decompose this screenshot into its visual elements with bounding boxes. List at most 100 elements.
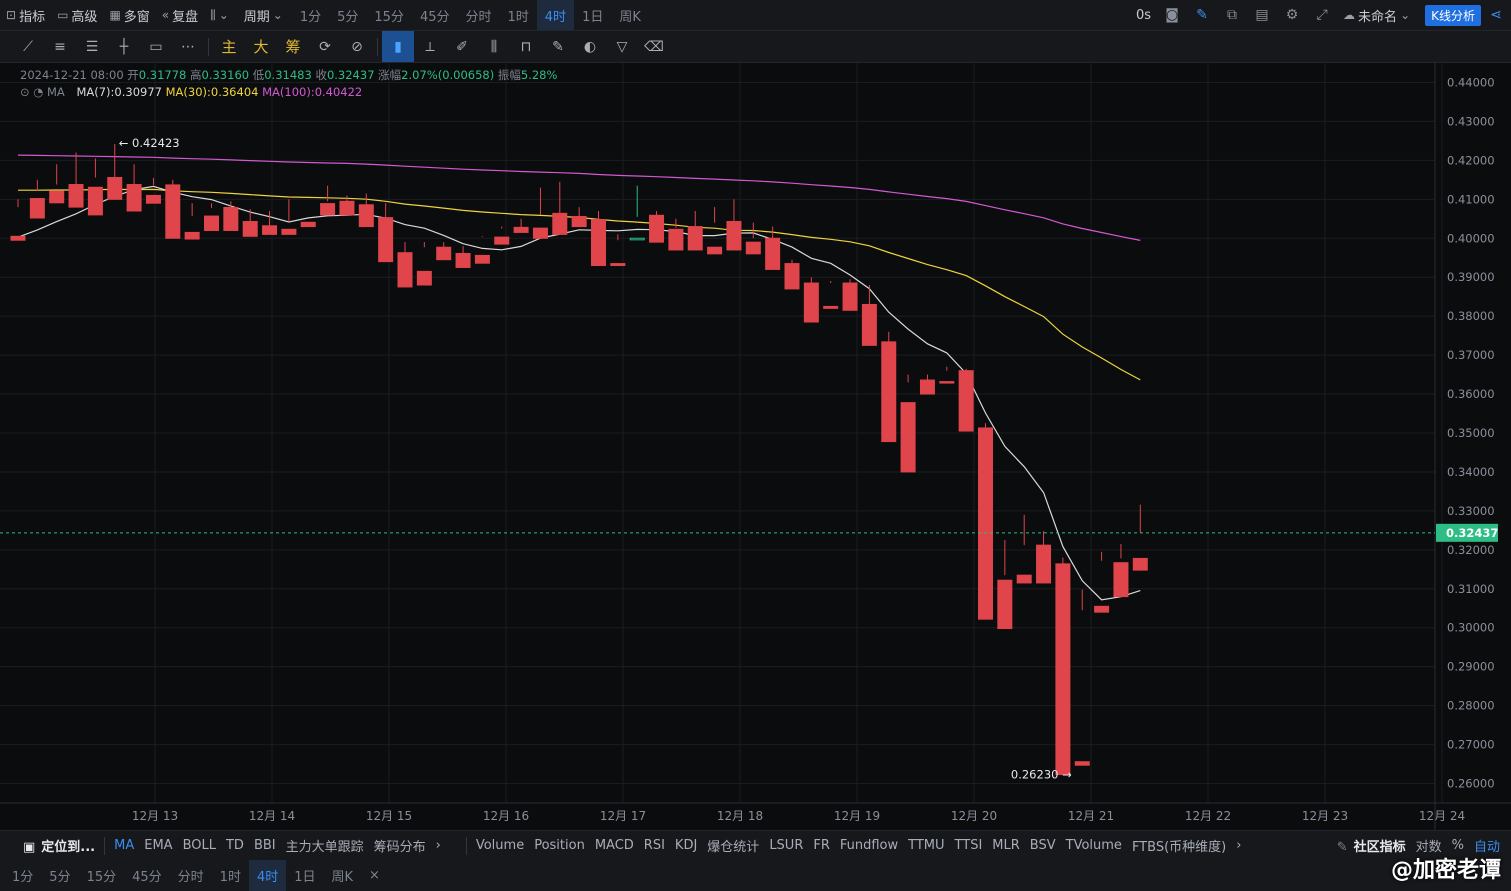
filter-icon[interactable]: ▽: [606, 31, 638, 62]
ind-ttsi[interactable]: TTSI: [950, 838, 988, 853]
bell-icon[interactable]: ◔: [33, 85, 43, 99]
bottom-tf-1w[interactable]: 周K: [324, 860, 362, 891]
horizontal-line-icon[interactable]: ┼: [108, 31, 140, 62]
ind-bbi[interactable]: BBI: [249, 838, 281, 853]
ind-rsi[interactable]: RSI: [639, 838, 670, 853]
tf-1w[interactable]: 周K: [611, 0, 649, 30]
main-force-tool[interactable]: 主: [213, 31, 245, 62]
settings-icon[interactable]: ⚙: [1277, 0, 1307, 30]
bottom-tf-15m[interactable]: 15分: [79, 860, 125, 891]
chips-tool[interactable]: 筹: [277, 31, 309, 62]
chart-type-button[interactable]: ⫼ ⌄: [204, 0, 238, 30]
tf-1h[interactable]: 1时: [500, 0, 537, 30]
ind-main-force[interactable]: 主力大单跟踪: [281, 836, 369, 855]
share-icon[interactable]: ⋖: [1481, 0, 1511, 30]
x-tick-label: 12月 16: [483, 809, 529, 823]
ruler-icon[interactable]: ⟂: [414, 31, 446, 62]
tf-45m[interactable]: 45分: [412, 0, 458, 30]
percent-toggle[interactable]: %: [1447, 838, 1469, 853]
legend-high-label: 高: [190, 68, 202, 82]
bottom-tf-4h[interactable]: 4时: [248, 860, 287, 891]
more-icon[interactable]: ⋯: [172, 31, 204, 62]
trend-line-icon[interactable]: ⟋: [12, 31, 44, 62]
big-order-tool[interactable]: 大: [245, 31, 277, 62]
candle-body: [978, 427, 993, 620]
horizontal-lines-icon[interactable]: ☰: [76, 31, 108, 62]
tf-timeshare[interactable]: 分时: [457, 0, 499, 30]
ind-td[interactable]: TD: [221, 838, 249, 853]
candle-body: [378, 217, 394, 263]
close-icon[interactable]: ×: [361, 860, 388, 891]
parallel-channel-icon[interactable]: ≡: [44, 31, 76, 62]
fullscreen-icon[interactable]: ⤢: [1307, 0, 1337, 30]
drawing-toolbar: ⟋ ≡ ☰ ┼ ▭ ⋯ 主 大 筹 ⟳ ⊘ ▮ ⟂ ✐ ⫼ ⊓ ✎ ◐ ▽ ⌫: [0, 31, 1511, 63]
bottom-tf-timeshare[interactable]: 分时: [170, 860, 212, 891]
ind-ttmu[interactable]: TTMU: [903, 838, 949, 853]
brush-off-icon[interactable]: ⊘: [341, 31, 373, 62]
bookmark-icon[interactable]: ▮: [382, 31, 414, 62]
bottom-tf-1m[interactable]: 1分: [4, 860, 41, 891]
locate-button[interactable]: ▣ 定位到...: [18, 836, 100, 855]
compare-icon[interactable]: ⟳: [309, 31, 341, 62]
note-icon[interactable]: ✎: [542, 31, 574, 62]
bottom-tf-1h[interactable]: 1时: [212, 860, 249, 891]
ind-ma[interactable]: MA: [109, 838, 139, 853]
ind-boll[interactable]: BOLL: [178, 838, 221, 853]
period-dropdown[interactable]: 周期 ⌄: [238, 0, 292, 30]
camera-icon[interactable]: ◙: [1157, 0, 1187, 30]
tf-1d[interactable]: 1日: [574, 0, 611, 30]
ind-tvolume[interactable]: TVolume: [1061, 838, 1127, 853]
magnet-icon[interactable]: ◐: [574, 31, 606, 62]
tf-15m[interactable]: 15分: [366, 0, 412, 30]
candle-body: [668, 228, 684, 251]
y-tick-label: 0.34000: [1447, 465, 1495, 479]
y-tick-label: 0.36000: [1447, 387, 1495, 401]
ind-position[interactable]: Position: [529, 838, 590, 853]
ind-ema[interactable]: EMA: [139, 838, 177, 853]
ind-fundflow[interactable]: Fundflow: [835, 838, 903, 853]
ind-lsur[interactable]: LSUR: [764, 838, 808, 853]
lock-icon[interactable]: ⊓: [510, 31, 542, 62]
ind-kdj[interactable]: KDJ: [670, 838, 702, 853]
advanced-button[interactable]: ▭ 高级: [51, 0, 103, 30]
ind-liquidation[interactable]: 爆仓统计: [702, 836, 764, 855]
bottom-tf-45m[interactable]: 45分: [124, 860, 170, 891]
pattern-icon[interactable]: ⫼: [478, 31, 510, 62]
divider: [377, 37, 378, 56]
ind-ftbs[interactable]: FTBS(币种维度): [1127, 836, 1231, 855]
ind-chips[interactable]: 筹码分布: [369, 836, 431, 855]
ind-mlr[interactable]: MLR: [987, 838, 1025, 853]
tf-4h[interactable]: 4时: [536, 0, 575, 30]
ind-bsv[interactable]: BSV: [1025, 838, 1061, 853]
tf-5m[interactable]: 5分: [329, 0, 366, 30]
chart-area[interactable]: 0.44000 0.43000 0.42000 0.41000 0.40000 0.390…: [0, 63, 1511, 830]
brush-icon[interactable]: ✐: [446, 31, 478, 62]
tf-1m[interactable]: 1分: [292, 0, 329, 30]
trash-icon[interactable]: ⌫: [638, 31, 670, 62]
ind-fr[interactable]: FR: [808, 838, 835, 853]
indicator-button[interactable]: ⊡ 指标: [0, 0, 51, 30]
rectangle-icon[interactable]: ▭: [140, 31, 172, 62]
candlestick-chart[interactable]: 0.44000 0.43000 0.42000 0.41000 0.40000 0.390…: [0, 63, 1511, 830]
y-tick-label: 0.28000: [1447, 699, 1495, 713]
ind-volume[interactable]: Volume: [471, 838, 529, 853]
candle-body: [223, 206, 239, 231]
candle-body: [281, 228, 297, 235]
pencil-icon[interactable]: ✎: [1187, 0, 1217, 30]
chevron-right-icon[interactable]: ›: [431, 838, 446, 853]
y-tick-label: 0.44000: [1447, 75, 1495, 89]
layout-name-dropdown[interactable]: ☁ 未命名 ⌄: [1337, 0, 1419, 30]
popout-icon[interactable]: ⧉: [1217, 0, 1247, 30]
candle-body: [881, 341, 897, 443]
chevron-down-icon: ⌄: [272, 8, 283, 22]
bottom-tf-5m[interactable]: 5分: [41, 860, 78, 891]
ind-macd[interactable]: MACD: [590, 838, 639, 853]
bottom-tf-1d[interactable]: 1日: [286, 860, 323, 891]
template-icon[interactable]: ▤: [1247, 0, 1277, 30]
toggle-icon[interactable]: ⊙: [20, 85, 30, 99]
chevron-right-icon[interactable]: ›: [1231, 838, 1246, 853]
ma-legend[interactable]: ⊙ ◔ MA MA(7):0.30977 MA(30):0.36404 MA(1…: [20, 85, 362, 99]
kline-analysis-button[interactable]: K线分析: [1425, 4, 1481, 26]
multiwindow-button[interactable]: ▦ 多窗: [103, 0, 155, 30]
replay-button[interactable]: «复盘: [156, 0, 204, 30]
